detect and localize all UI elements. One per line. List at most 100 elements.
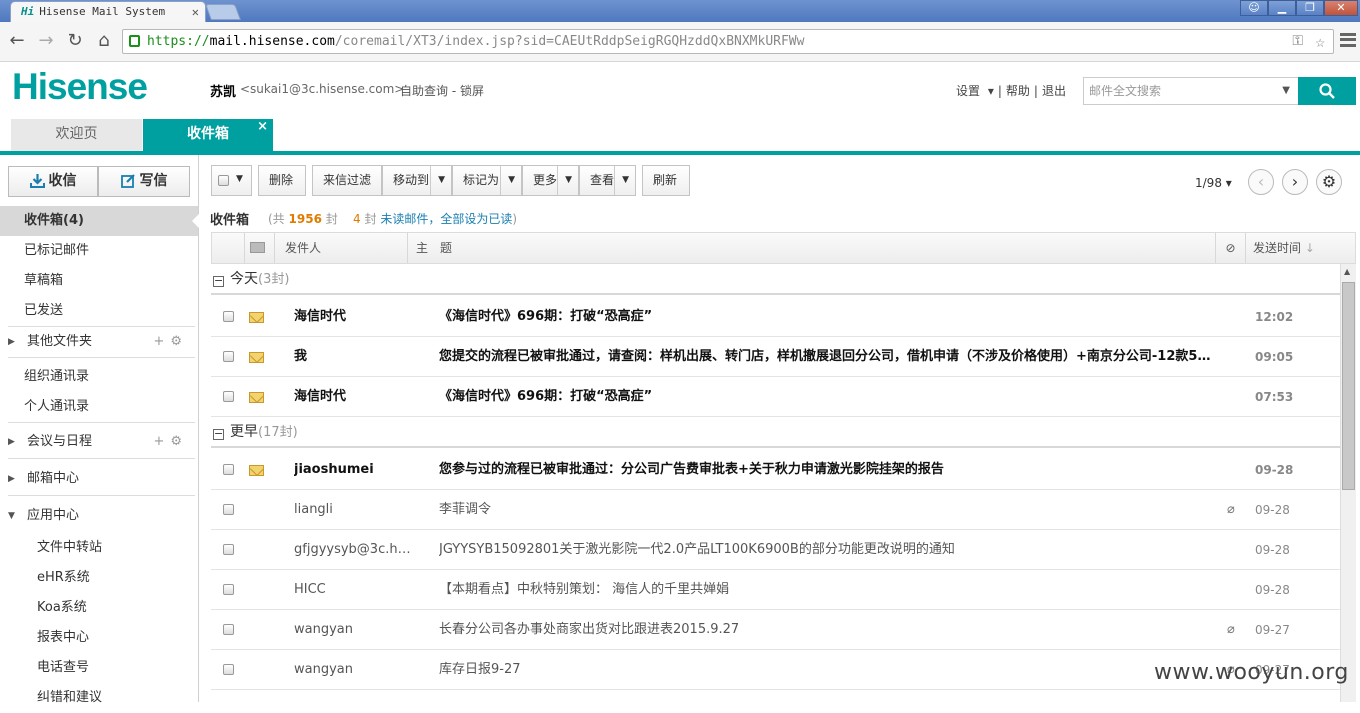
expand-arrow-icon[interactable]: ▶ (8, 327, 15, 357)
collapse-icon[interactable]: − (213, 275, 224, 287)
sidebar-item-app-center[interactable]: ▼ 应用中心 (0, 501, 198, 531)
sidebar-item-calendar[interactable]: ▶ 会议与日程 +⚙ (0, 427, 198, 457)
add-icon[interactable]: + (153, 434, 170, 449)
mail-row[interactable]: gfjgyysyb@3c.hisense.com JGYYSYB15092801关… (211, 530, 1340, 570)
row-checkbox[interactable] (223, 504, 234, 515)
scroll-up-icon[interactable]: ▲ (1344, 267, 1350, 276)
mail-subject[interactable]: 库存日报9-27 (439, 650, 1219, 690)
refresh-button[interactable]: 刷新 (642, 165, 690, 196)
row-checkbox[interactable] (223, 624, 234, 635)
sidebar-app-feedback[interactable]: 纠错和建议 (0, 683, 198, 713)
header-sent-time[interactable]: 发送时间 ↓ (1246, 233, 1356, 263)
mail-subject[interactable]: 长春分公司各办事处商家出货对比跟进表2015.9.27 (439, 610, 1219, 650)
sidebar-item-other-folders[interactable]: ▶ 其他文件夹 +⚙ (0, 327, 198, 357)
sidebar-item-inbox[interactable]: 收件箱(4) (0, 206, 199, 236)
expand-arrow-icon[interactable]: ▶ (8, 464, 15, 494)
mark-all-read-link[interactable]: ，全部设为已读 (428, 212, 512, 226)
sidebar-item-org-contacts[interactable]: 组织通讯录 (0, 362, 198, 392)
mail-row[interactable]: HICC 【本期看点】中秋特别策划： 海信人的千里共婵娟 09-28 (211, 570, 1340, 610)
paperclip-icon[interactable]: ⊘ (1216, 233, 1246, 263)
gear-icon[interactable]: ⚙ (170, 334, 188, 349)
forward-icon[interactable]: → (35, 30, 57, 52)
sidebar-item-flagged[interactable]: 已标记邮件 (0, 236, 198, 266)
self-query-link[interactable]: 自助查询 (400, 84, 448, 98)
browser-menu-icon[interactable] (1340, 33, 1356, 47)
sidebar-app-phone-lookup[interactable]: 电话查号 (0, 653, 198, 683)
view-button[interactable]: 查看 ▼ (579, 165, 636, 196)
sidebar-item-drafts[interactable]: 草稿箱 (0, 266, 198, 296)
group-earlier[interactable]: − 更早(17封) (211, 417, 1340, 448)
minimize-icon[interactable]: ▁ (1268, 0, 1296, 16)
sidebar-item-mailbox-center[interactable]: ▶ 邮箱中心 (0, 464, 198, 494)
browser-tab[interactable]: Hi Hisense Mail System ✕ (10, 1, 206, 23)
settings-menu[interactable]: 设置 ▾ (952, 84, 994, 98)
user-icon[interactable]: ☺ (1240, 0, 1268, 16)
row-checkbox[interactable] (223, 311, 234, 322)
sidebar-app-koa[interactable]: Koa系统 (0, 593, 198, 623)
close-window-icon[interactable]: ✕ (1324, 0, 1358, 16)
expand-arrow-icon[interactable]: ▶ (8, 427, 15, 457)
row-checkbox[interactable] (223, 464, 234, 475)
mail-subject[interactable]: 《海信时代》696期：打破“恐高症” (439, 377, 1219, 417)
close-icon[interactable]: × (257, 111, 268, 142)
mark-as-button[interactable]: 标记为 ▼ (452, 165, 522, 196)
close-tab-icon[interactable]: ✕ (192, 2, 199, 22)
chevron-down-icon[interactable]: ▼ (236, 174, 243, 184)
tab-inbox[interactable]: 收件箱 × (143, 119, 273, 151)
home-icon[interactable]: ⌂ (93, 30, 115, 52)
back-icon[interactable]: ← (6, 30, 28, 52)
sidebar-item-personal-contacts[interactable]: 个人通讯录 (0, 392, 198, 422)
reload-icon[interactable]: ↻ (64, 30, 86, 52)
lock-screen-link[interactable]: 锁屏 (460, 84, 484, 98)
receive-button[interactable]: 收信 (8, 166, 98, 197)
mail-row[interactable]: jiaoshumei 您参与过的流程已被审批通过：分公司广告费审批表+关于秋力申请… (211, 450, 1340, 490)
row-checkbox[interactable] (223, 664, 234, 675)
sidebar-app-ehr[interactable]: eHR系统 (0, 563, 198, 593)
gear-icon[interactable]: ⚙ (1316, 169, 1342, 195)
key-icon[interactable]: ⚿ (1292, 30, 1303, 53)
collapse-arrow-icon[interactable]: ▼ (8, 501, 15, 531)
mail-subject[interactable]: 李菲调令 (439, 490, 1219, 530)
more-button[interactable]: 更多 ▼ (522, 165, 579, 196)
add-icon[interactable]: + (153, 334, 170, 349)
header-read-status-col[interactable] (245, 233, 275, 263)
row-checkbox[interactable] (223, 391, 234, 402)
bookmark-star-icon[interactable]: ☆ (1315, 30, 1325, 53)
tab-welcome[interactable]: 欢迎页 (11, 119, 142, 151)
row-checkbox[interactable] (223, 544, 234, 555)
mail-row[interactable]: 我 您提交的流程已被审批通过，请查阅：样机出展、转门店，样机撤展退回分公司，借机申… (211, 337, 1340, 377)
gear-icon[interactable]: ⚙ (170, 434, 188, 449)
new-tab-button[interactable] (205, 4, 241, 20)
filter-button[interactable]: 来信过滤 (312, 165, 382, 196)
sidebar-item-sent[interactable]: 已发送 (0, 296, 198, 326)
search-button[interactable] (1298, 77, 1356, 105)
sidebar-app-reports[interactable]: 报表中心 (0, 623, 198, 653)
mail-row[interactable]: 海信时代 《海信时代》696期：打破“恐高症” 07:53 (211, 377, 1340, 417)
mail-row[interactable]: liangli 李菲调令 ⌀ 09-28 (211, 490, 1340, 530)
mail-subject[interactable]: JGYYSYB15092801关于激光影院一代2.0产品LT100K6900B的… (439, 530, 1219, 570)
mail-row[interactable]: 海信时代 《海信时代》696期：打破“恐高症” 12:02 (211, 297, 1340, 337)
next-page-icon[interactable]: › (1282, 169, 1308, 195)
help-link[interactable]: 帮助 (1006, 84, 1030, 98)
sidebar-app-file-transfer[interactable]: 文件中转站 (0, 533, 198, 563)
group-today[interactable]: − 今天(3封) (211, 264, 1340, 295)
header-subject[interactable]: 主 题 (408, 233, 1216, 263)
address-bar[interactable]: https://mail.hisense.com/coremail/XT3/in… (122, 29, 1334, 54)
mail-subject[interactable]: 【本期看点】中秋特别策划： 海信人的千里共婵娟 (439, 570, 1219, 610)
select-all-dropdown[interactable]: ▼ (211, 165, 252, 196)
mail-subject[interactable]: 您提交的流程已被审批通过，请查阅：样机出展、转门店，样机撤展退回分公司，借机申请… (439, 337, 1219, 377)
page-selector[interactable]: 1/98 ▾ (1195, 176, 1232, 190)
logout-link[interactable]: 退出 (1042, 84, 1066, 98)
scrollbar-thumb[interactable] (1342, 282, 1355, 490)
move-to-button[interactable]: 移动到 ▼ (382, 165, 452, 196)
compose-button[interactable]: 写信 (98, 166, 190, 197)
header-sender[interactable]: 发件人 (275, 233, 408, 263)
list-scrollbar[interactable]: ▲ (1340, 264, 1356, 702)
mail-row[interactable]: wangyan 长春分公司各办事处商家出货对比跟进表2015.9.27 ⌀ 09-27 (211, 610, 1340, 650)
row-checkbox[interactable] (223, 584, 234, 595)
mail-subject[interactable]: 《海信时代》696期：打破“恐高症” (439, 297, 1219, 337)
unread-link[interactable]: 未读邮件 (380, 212, 428, 226)
chevron-down-icon[interactable]: ▼ (1282, 78, 1290, 104)
fulltext-search-input[interactable]: 邮件全文搜索 ▼ (1083, 77, 1299, 105)
select-all-checkbox[interactable] (218, 175, 229, 186)
